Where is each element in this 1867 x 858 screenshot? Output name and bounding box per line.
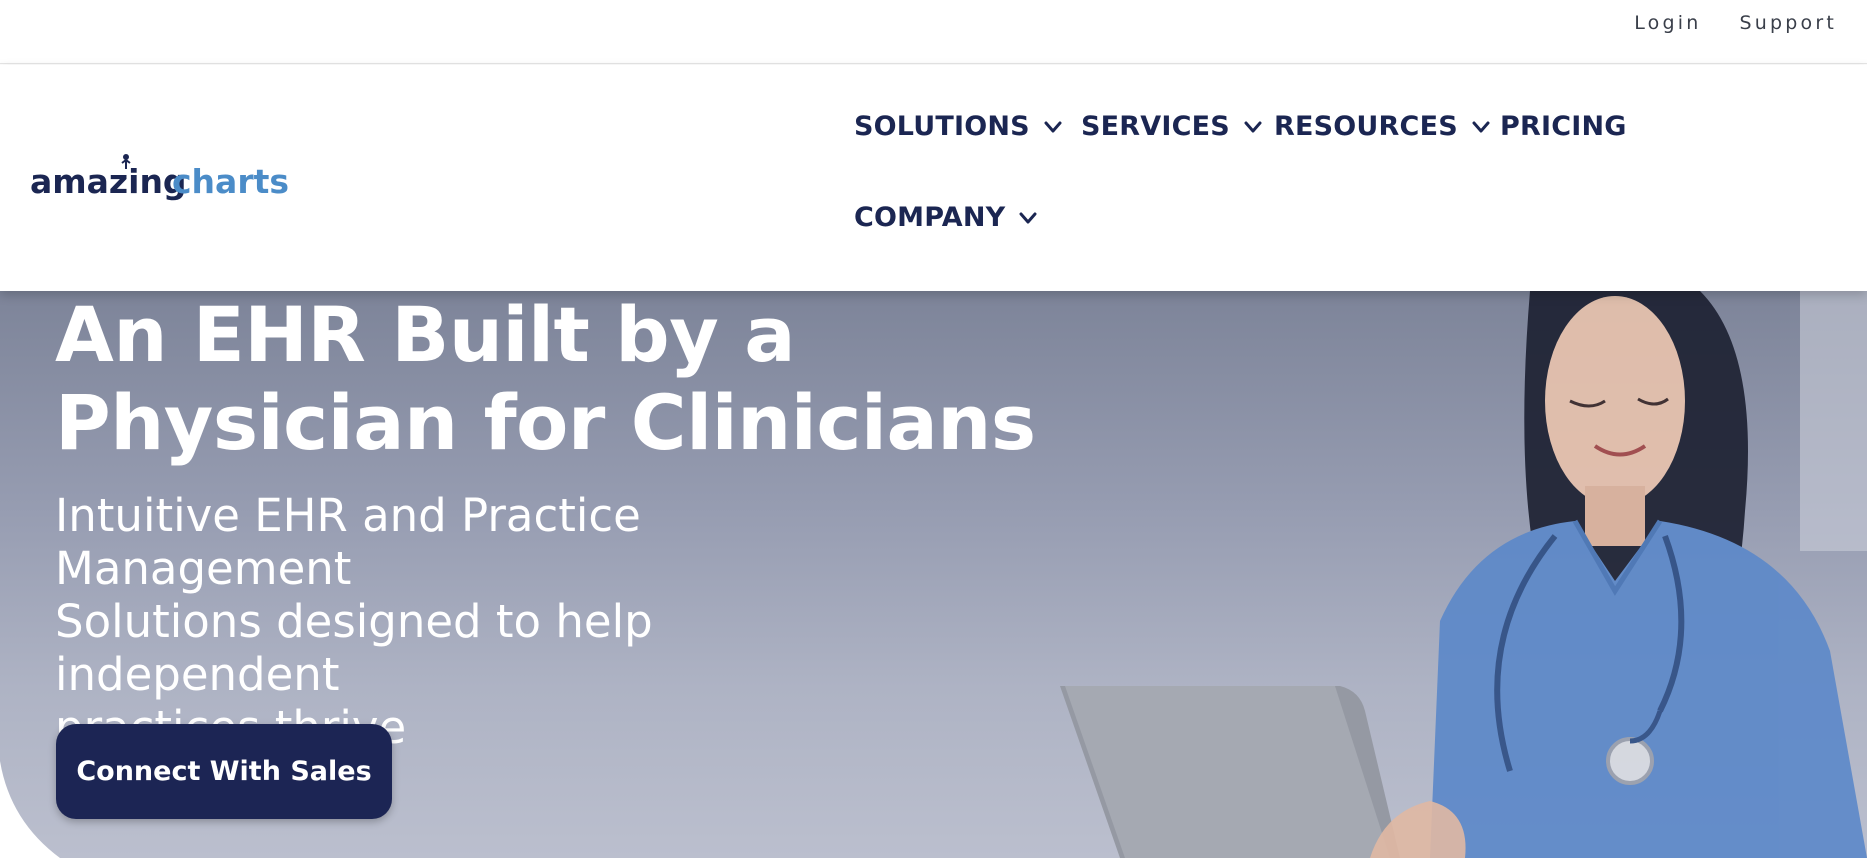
logo-text-charts: charts xyxy=(172,162,289,201)
hero-subtitle-line2: Solutions designed to help independent xyxy=(55,595,653,701)
utility-bar: Login Support xyxy=(0,0,1867,64)
site-header: amazing charts SOLUTIONS SERVICES RESOUR… xyxy=(0,65,1867,291)
nav-label-solutions: SOLUTIONS xyxy=(854,111,1030,142)
nav-label-services: SERVICES xyxy=(1081,111,1230,142)
amazing-charts-logo[interactable]: amazing charts xyxy=(30,149,290,209)
support-link[interactable]: Support xyxy=(1739,12,1837,34)
hero-title: An EHR Built by a Physician for Clinicia… xyxy=(55,291,1055,467)
chevron-down-icon xyxy=(1470,116,1492,138)
nav-label-company: COMPANY xyxy=(854,202,1006,233)
logo-text-amazing: amazing xyxy=(30,162,187,201)
login-link[interactable]: Login xyxy=(1634,12,1701,34)
hero-subtitle-line1: Intuitive EHR and Practice Management xyxy=(55,489,641,595)
nav-item-company[interactable]: COMPANY xyxy=(854,202,1039,233)
main-nav: SOLUTIONS SERVICES RESOURCES PRICING COM… xyxy=(854,65,1754,291)
chevron-down-icon xyxy=(1017,207,1039,229)
laptop-illustration xyxy=(1060,686,1400,858)
nav-item-solutions[interactable]: SOLUTIONS xyxy=(854,111,1064,142)
connect-with-sales-button[interactable]: Connect With Sales xyxy=(56,724,392,819)
hero-section: An EHR Built by a Physician for Clinicia… xyxy=(0,291,1867,858)
chevron-down-icon xyxy=(1242,116,1264,138)
utility-links: Login Support xyxy=(1634,12,1837,34)
hero-title-line2: Physician for Clinicians xyxy=(55,378,1036,467)
nav-item-pricing[interactable]: PRICING xyxy=(1500,111,1627,142)
nav-item-services[interactable]: SERVICES xyxy=(1081,111,1264,142)
nav-item-resources[interactable]: RESOURCES xyxy=(1274,111,1492,142)
chevron-down-icon xyxy=(1042,116,1064,138)
nav-label-pricing: PRICING xyxy=(1500,111,1627,142)
hero-title-line1: An EHR Built by a xyxy=(55,291,796,379)
hero-subtitle: Intuitive EHR and Practice Management So… xyxy=(55,489,915,754)
nav-label-resources: RESOURCES xyxy=(1274,111,1458,142)
